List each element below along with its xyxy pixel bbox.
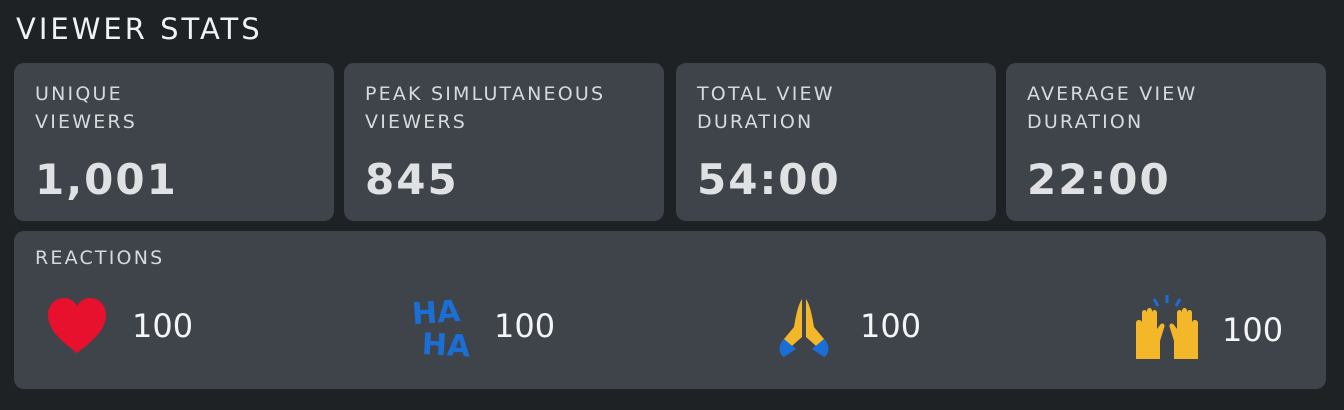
reaction-raised-hands: 100 xyxy=(1132,293,1332,363)
raised-hands-icon xyxy=(1132,293,1202,367)
page-title: VIEWER STATS xyxy=(16,12,263,46)
total-view-duration-card: TOTAL VIEW DURATION 54:00 xyxy=(676,63,996,221)
peak-viewers-value: 845 xyxy=(365,155,459,204)
total-view-duration-value: 54:00 xyxy=(697,155,841,204)
peak-viewers-card: PEAK SIMLUTANEOUS VIEWERS 845 xyxy=(344,63,664,221)
average-view-duration-card: AVERAGE VIEW DURATION 22:00 xyxy=(1006,63,1326,221)
reactions-label: REACTIONS xyxy=(35,247,165,269)
haha-icon: HA HA xyxy=(410,293,472,367)
reactions-card: REACTIONS 100 HA HA 100 100 100 xyxy=(14,231,1326,389)
reaction-heart: 100 xyxy=(44,293,244,363)
average-view-duration-label: AVERAGE VIEW DURATION xyxy=(1027,83,1198,133)
svg-text:HA: HA xyxy=(411,294,462,332)
praying-hands-icon xyxy=(774,293,834,367)
raised-hands-count: 100 xyxy=(1222,311,1284,349)
unique-viewers-card: UNIQUE VIEWERS 1,001 xyxy=(14,63,334,221)
average-view-duration-value: 22:00 xyxy=(1027,155,1171,204)
reaction-praying-hands: 100 xyxy=(774,293,974,363)
unique-viewers-label: UNIQUE VIEWERS xyxy=(35,83,138,133)
unique-viewers-value: 1,001 xyxy=(35,155,178,204)
heart-icon xyxy=(44,293,110,363)
peak-viewers-label: PEAK SIMLUTANEOUS VIEWERS xyxy=(365,83,606,133)
haha-count: 100 xyxy=(494,307,556,345)
svg-text:HA: HA xyxy=(421,327,470,363)
total-view-duration-label: TOTAL VIEW DURATION xyxy=(697,83,835,133)
reaction-haha: HA HA 100 xyxy=(410,293,610,365)
praying-hands-count: 100 xyxy=(860,307,922,345)
heart-count: 100 xyxy=(132,307,194,345)
